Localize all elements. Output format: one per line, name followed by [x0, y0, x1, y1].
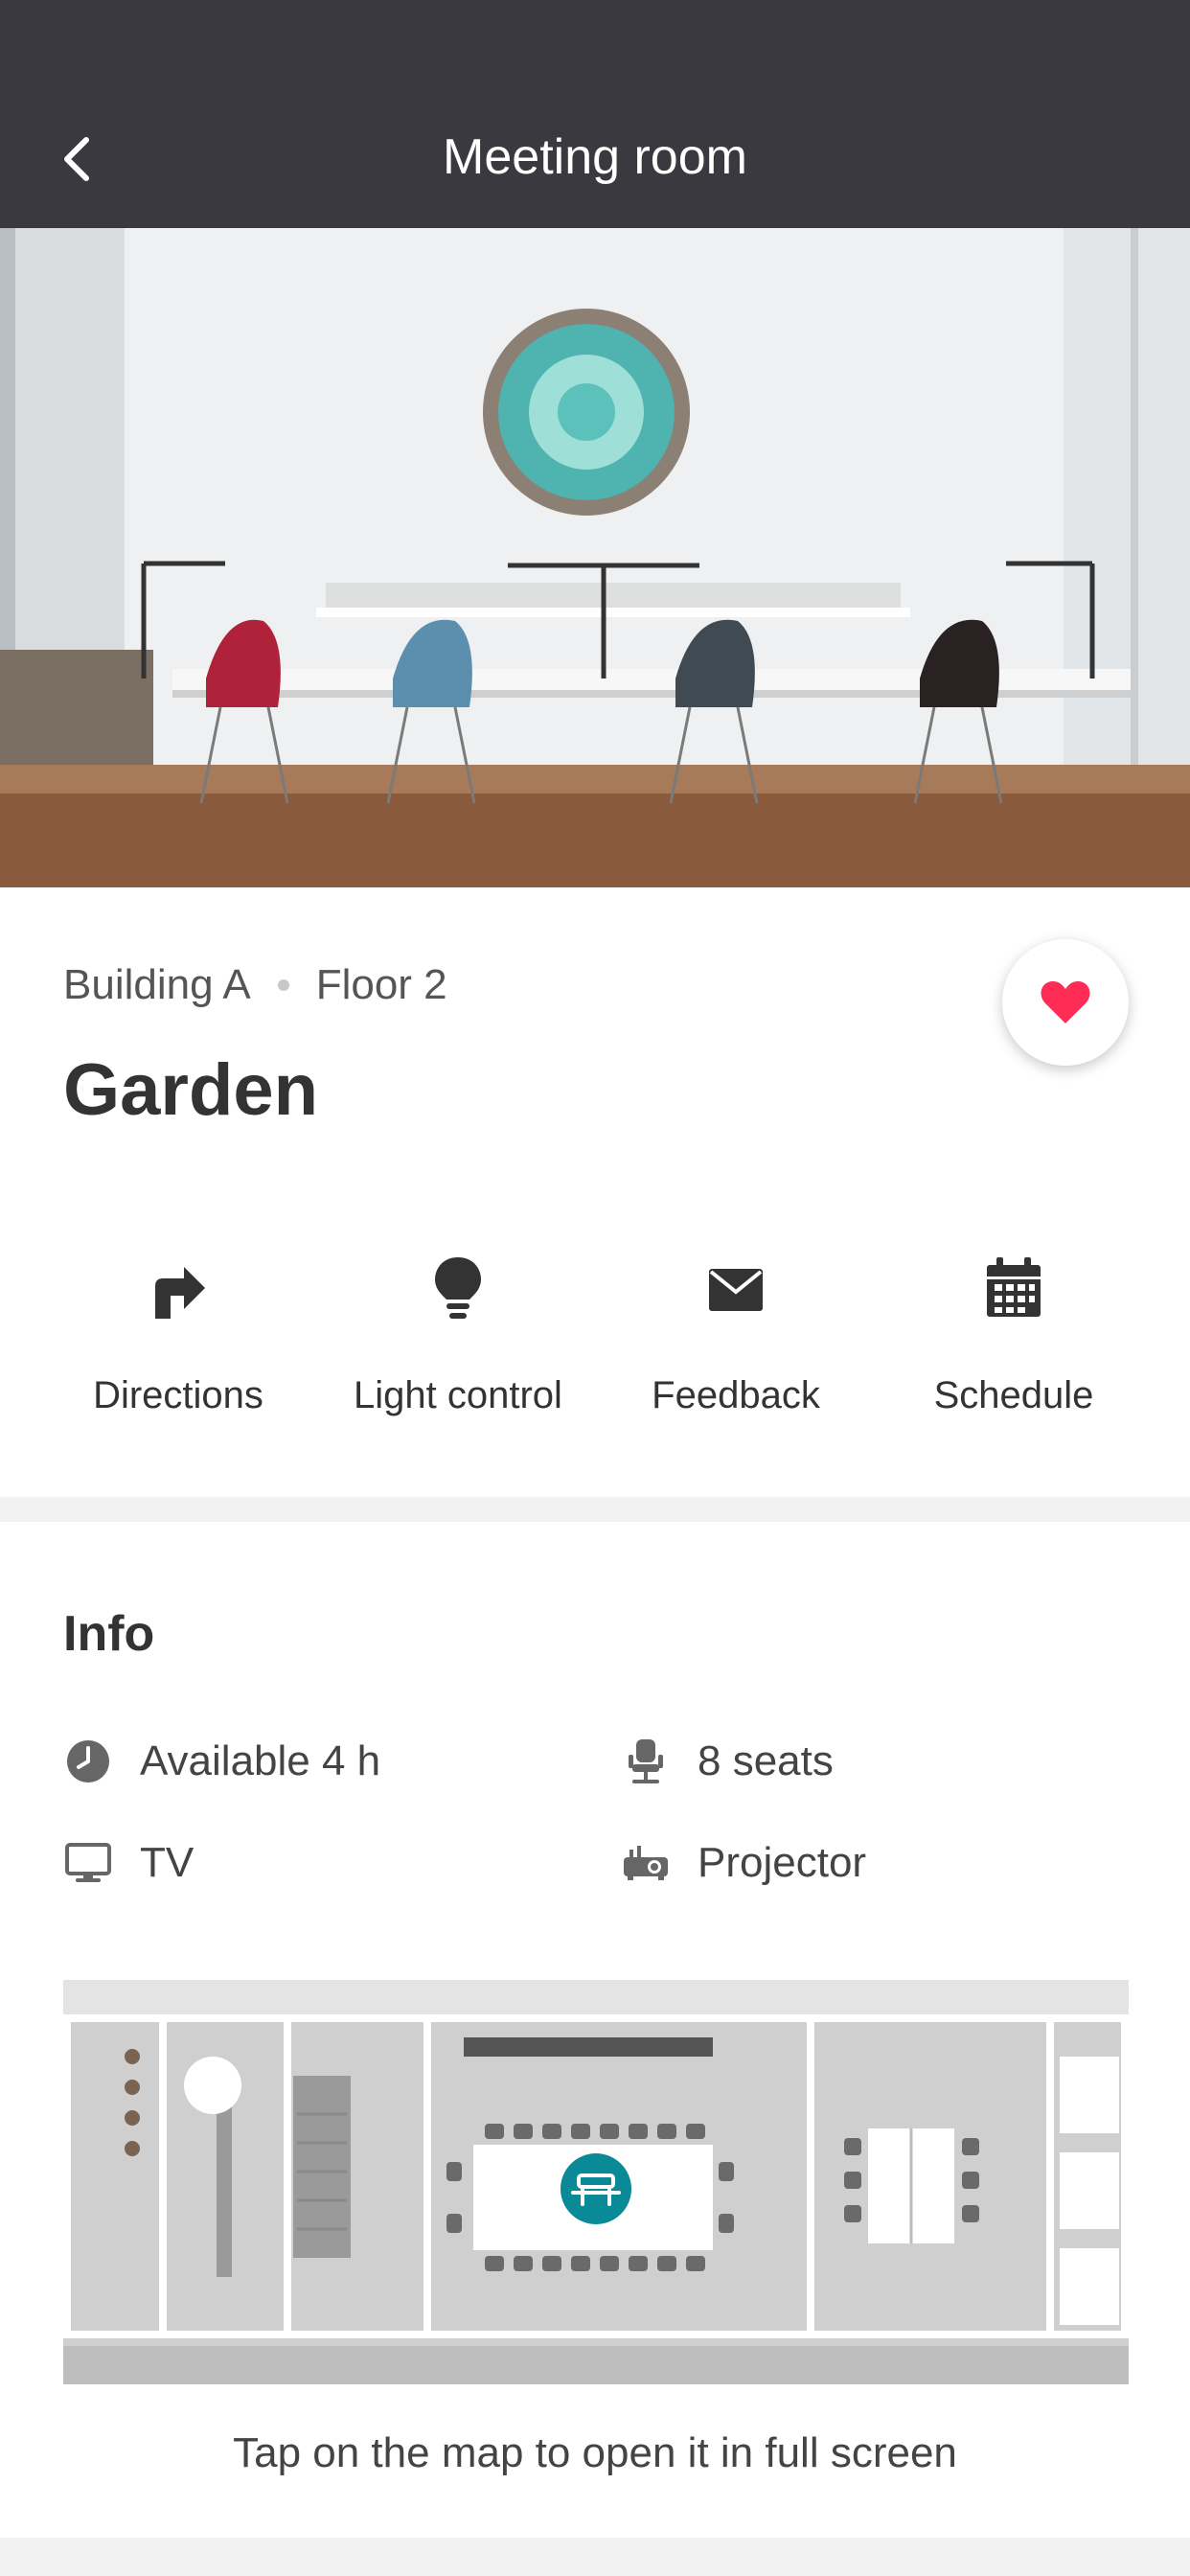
feedback-button[interactable]: Feedback [592, 1246, 880, 1438]
room-photo [0, 228, 1190, 887]
heart-icon [1041, 980, 1090, 1024]
feature-label: Projector [698, 1839, 867, 1886]
schedule-label: Schedule [933, 1374, 1094, 1416]
floor-label: Floor 2 [315, 961, 447, 1008]
feature-availability: Available 4 h [63, 1733, 380, 1790]
light-control-label: Light control [354, 1374, 562, 1416]
chair-icon [621, 1736, 671, 1786]
feature-projector: Projector [621, 1834, 866, 1892]
top-app-bar: Meeting room [0, 0, 1190, 228]
page-title: Meeting room [443, 129, 747, 185]
turn-right-arrow-icon [155, 1267, 205, 1319]
section-divider [0, 1497, 1190, 1522]
feature-seats: 8 seats [621, 1733, 834, 1790]
section-divider-bottom [0, 2538, 1190, 2576]
floor-map[interactable] [63, 1980, 1129, 2384]
favorite-button[interactable] [1002, 939, 1129, 1066]
lightbulb-icon [435, 1257, 481, 1319]
calendar-icon [987, 1257, 1041, 1317]
directions-button[interactable]: Directions [34, 1246, 322, 1438]
directions-label: Directions [93, 1374, 263, 1416]
feature-label: 8 seats [698, 1737, 834, 1784]
monitor-icon [63, 1838, 113, 1888]
feature-tv: TV [63, 1834, 194, 1892]
feature-label: Available 4 h [140, 1737, 381, 1784]
map-hint: Tap on the map to open it in full screen [233, 2429, 957, 2476]
building-label: Building A [63, 961, 251, 1008]
schedule-button[interactable]: Schedule [870, 1246, 1157, 1438]
projector-icon [621, 1838, 671, 1888]
quick-actions: Directions Light control Feedback Schedu… [0, 1246, 1190, 1438]
room-location: Building A Floor 2 [63, 956, 447, 1014]
separator-dot [277, 979, 289, 991]
envelope-icon [709, 1269, 763, 1311]
room-name: Garden [63, 1049, 319, 1131]
light-control-button[interactable]: Light control [314, 1246, 602, 1438]
feature-label: TV [140, 1839, 195, 1886]
feedback-label: Feedback [652, 1374, 820, 1416]
info-heading: Info [63, 1606, 155, 1662]
clock-icon [63, 1736, 113, 1786]
